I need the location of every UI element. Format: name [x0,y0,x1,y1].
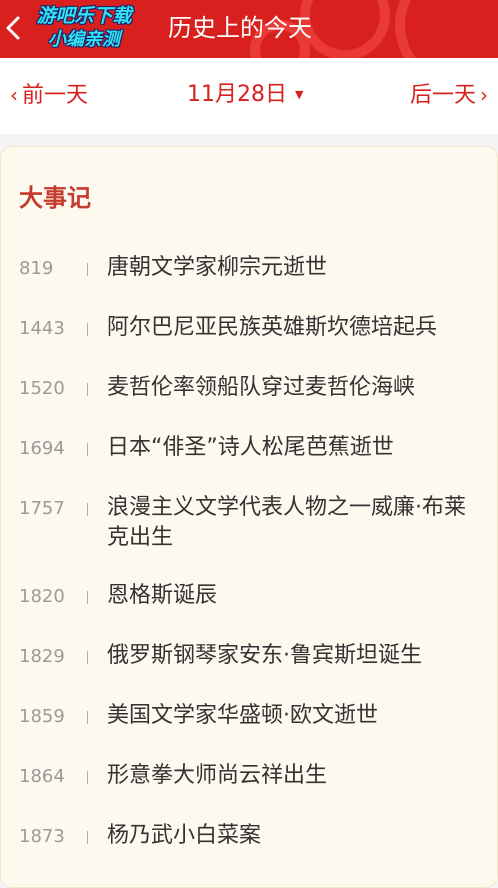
watermark-line-2: 小编亲测 [48,29,120,50]
event-year: 1757 [19,498,65,519]
event-title[interactable]: 俄罗斯钢琴家安东·鲁宾斯坦诞生 [107,641,477,671]
event-year: 1829 [19,646,65,667]
divider [87,503,88,516]
event-title[interactable]: 浪漫主义文学代表人物之一威廉·布莱克出生 [107,493,477,553]
event-title[interactable]: 麦哲伦率领船队穿过麦哲伦海峡 [107,373,477,403]
divider [87,591,88,604]
event-title[interactable]: 形意拳大师尚云祥出生 [107,761,477,791]
app-header: 游吧乐下载 小编亲测 历史上的今天 [0,0,498,58]
event-title[interactable]: 日本“俳圣”诗人松尾芭蕉逝世 [107,433,477,463]
header-decoration [395,0,498,58]
watermark-logo: 游吧乐下载 小编亲测 [14,4,154,56]
date-navigation-bar: ‹ 前一天 11月28日 ▼ 后一天 › [0,58,498,134]
previous-day-button[interactable]: ‹ 前一天 [6,78,88,113]
previous-day-label: 前一天 [22,83,89,108]
watermark-line-1: 游吧乐下载 [36,5,132,27]
event-title[interactable]: 美国文学家华盛顿·欧文逝世 [107,701,477,731]
divider [87,263,88,276]
events-card: 大事记 819 唐朝文学家柳宗元逝世 1443 阿尔巴尼亚民族英雄斯坎德培起兵 … [0,146,498,888]
event-title[interactable]: 恩格斯诞辰 [107,581,477,611]
event-year: 1820 [19,586,65,607]
event-title[interactable]: 唐朝文学家柳宗元逝世 [107,253,477,283]
event-year: 1859 [19,706,65,727]
event-year: 1873 [19,826,65,847]
event-title[interactable]: 杨乃武小白菜案 [107,821,477,851]
divider [87,443,88,456]
divider [87,383,88,396]
next-day-label: 后一天 [409,83,476,108]
event-year: 1443 [19,318,65,339]
event-year: 819 [19,258,54,279]
current-date-label: 11月28日 [187,82,287,107]
event-year: 1694 [19,438,65,459]
divider [87,771,88,784]
next-day-button[interactable]: 后一天 › [410,78,492,113]
event-title[interactable]: 阿尔巴尼亚民族英雄斯坎德培起兵 [107,313,477,343]
chevron-left-icon: ‹ [10,83,18,107]
divider [87,831,88,844]
event-year: 1864 [19,766,65,787]
divider [87,651,88,664]
caret-down-icon: ▼ [295,88,304,101]
divider [87,323,88,336]
date-selector[interactable]: 11月28日 ▼ [187,78,303,112]
section-title: 大事记 [19,184,91,212]
divider [87,711,88,724]
page-title: 历史上的今天 [168,14,312,42]
event-year: 1520 [19,378,65,399]
chevron-right-icon: › [480,83,488,107]
header-decoration [300,0,390,58]
